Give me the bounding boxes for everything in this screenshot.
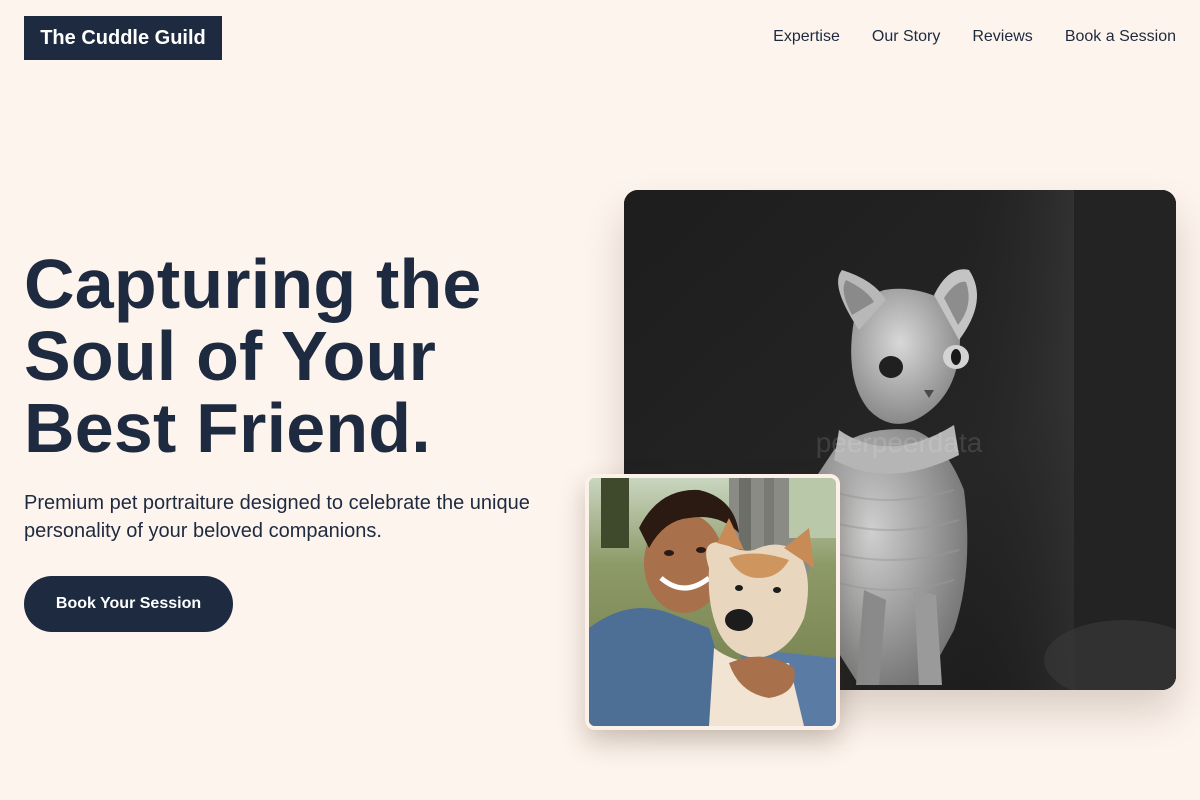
book-session-button[interactable]: Book Your Session [24,576,233,632]
brand-logo[interactable]: The Cuddle Guild [24,16,222,60]
brand-name: The Cuddle Guild [40,26,206,49]
nav-link-our-story[interactable]: Our Story [872,27,940,47]
hero-subtitle: Premium pet portraiture designed to cele… [24,492,530,542]
hero-headline: Capturing the Soul of Your Best Friend. [24,245,482,467]
landing-page: The Cuddle Guild Expertise Our Story Rev… [0,0,1200,800]
nav-link-reviews[interactable]: Reviews [972,27,1032,47]
main-nav: Expertise Our Story Reviews Book a Sessi… [773,27,1176,47]
nav-link-expertise[interactable]: Expertise [773,27,840,47]
nav-link-book-session[interactable]: Book a Session [1065,27,1176,47]
woman-with-shiba-dog-photo [585,474,840,730]
svg-text:peerpeerdata: peerpeerdata [816,427,983,458]
